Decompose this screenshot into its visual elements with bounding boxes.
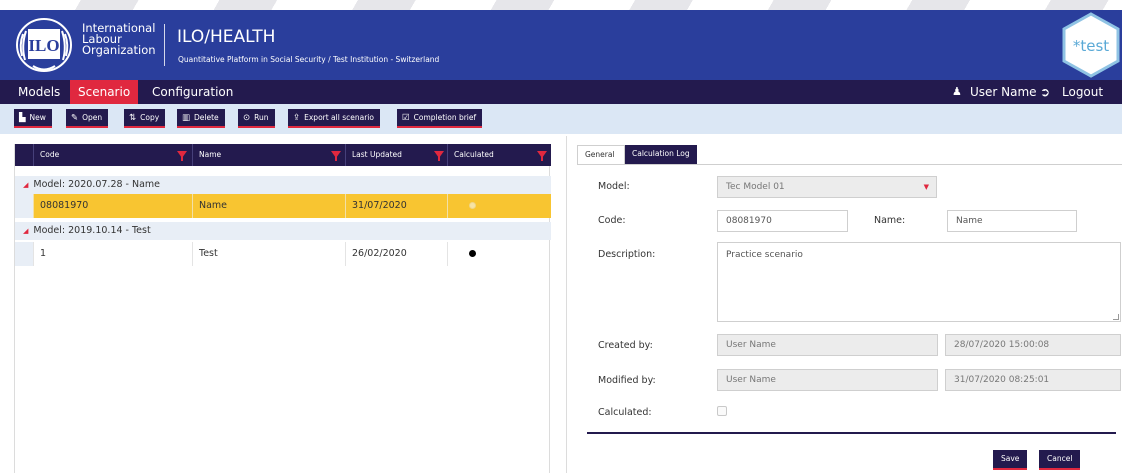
modified-by-label: Modified by: — [598, 375, 656, 386]
created-by-label: Created by: — [598, 340, 653, 351]
cell-calculated — [447, 242, 551, 266]
not-calculated-dot — [469, 202, 476, 209]
header-separator — [164, 24, 165, 66]
test-badge-label: *test — [1073, 37, 1109, 55]
cell-name: Name — [192, 194, 345, 218]
cell-code: 08081970 — [33, 194, 192, 218]
column-calculated[interactable]: Calculated — [447, 144, 551, 166]
app-title: ILO/HEALTH — [177, 27, 276, 47]
modified-by-field: User Name — [717, 369, 938, 391]
calculated-label: Calculated: — [598, 407, 652, 418]
resize-handle-icon[interactable] — [1113, 314, 1119, 320]
model-select[interactable]: Tec Model 01 ▼ — [717, 176, 937, 198]
copy-icon: ⇅ — [129, 113, 137, 123]
filter-icon[interactable] — [537, 151, 547, 161]
scenario-toolbar: ▙ New ✎ Open ⇅ Copy ▥ Delete ⊙ Run ⇪ Export al… — [0, 104, 1122, 134]
play-circle-icon: ⊙ — [243, 113, 251, 123]
calculated-dot — [469, 250, 476, 257]
table-row[interactable]: 1 Test 26/02/2020 — [15, 242, 551, 266]
chevron-down-icon: ▼ — [923, 183, 929, 191]
cell-last-updated: 26/02/2020 — [345, 242, 447, 266]
row-indent — [15, 242, 33, 266]
row-indent — [15, 194, 33, 218]
completion-brief-button[interactable]: ☑ Completion brief — [397, 109, 483, 128]
ilo-logo-icon: ILO — [16, 18, 72, 72]
main-menu-bar: Models Scenario Configuration ♟ User Nam… — [0, 80, 1122, 104]
menu-configuration[interactable]: Configuration — [144, 80, 241, 104]
modified-at-field: 31/07/2020 08:25:01 — [945, 369, 1121, 391]
export-all-scenario-button[interactable]: ⇪ Export all scenario — [288, 109, 380, 128]
name-field[interactable]: Name — [947, 210, 1077, 232]
code-field[interactable]: 08081970 — [717, 210, 848, 232]
collapse-arrow-icon[interactable]: ◢ — [23, 181, 28, 189]
menu-scenario[interactable]: Scenario — [70, 80, 139, 104]
description-textarea[interactable]: Practice scenario — [717, 242, 1121, 322]
collapse-arrow-icon[interactable]: ◢ — [23, 227, 28, 235]
pencil-icon: ✎ — [71, 113, 79, 123]
column-name[interactable]: Name — [192, 144, 347, 166]
filter-icon[interactable] — [177, 151, 187, 161]
cell-last-updated: 31/07/2020 — [345, 194, 447, 218]
top-decorative-stripe — [0, 0, 1122, 10]
scenario-detail-panel: General Calculation Log Model: Tec Model… — [566, 136, 1122, 473]
new-button[interactable]: ▙ New — [14, 109, 52, 128]
name-label: Name: — [874, 215, 906, 226]
group-row[interactable]: ◢ Model: 2019.10.14 - Test — [15, 222, 551, 240]
logout-link[interactable]: Logout — [1062, 80, 1103, 104]
model-label: Model: — [598, 181, 630, 192]
form-divider — [587, 432, 1116, 434]
cell-name: Test — [192, 242, 345, 266]
app-header: ILO International Labour Organization IL… — [0, 10, 1122, 80]
export-icon: ⇪ — [293, 113, 301, 123]
svg-text:ILO: ILO — [28, 36, 59, 55]
file-icon: ▙ — [19, 113, 26, 123]
tab-general[interactable]: General — [577, 145, 625, 164]
created-by-field: User Name — [717, 334, 938, 356]
scenario-grid: Code Name Last Updated Calculated ◢ Model… — [14, 144, 551, 473]
filter-icon[interactable] — [331, 151, 341, 161]
open-button[interactable]: ✎ Open — [66, 109, 109, 128]
tab-underline — [577, 164, 1122, 165]
cancel-button[interactable]: Cancel — [1039, 450, 1081, 470]
user-name[interactable]: User Name — [970, 80, 1037, 104]
organization-name: International Labour Organization — [82, 21, 156, 57]
group-row[interactable]: ◢ Model: 2020.07.28 - Name — [15, 176, 551, 194]
trash-icon: ▥ — [182, 113, 191, 123]
delete-button[interactable]: ▥ Delete — [177, 109, 225, 128]
checklist-icon: ☑ — [402, 113, 410, 123]
grid-header: Code Name Last Updated Calculated — [15, 144, 551, 166]
sign-out-icon[interactable]: ➲ — [1040, 80, 1050, 104]
app-subtitle: Quantitative Platform in Social Security… — [178, 55, 440, 64]
cell-code: 1 — [33, 242, 192, 266]
created-at-field: 28/07/2020 15:00:08 — [945, 334, 1121, 356]
menu-models[interactable]: Models — [10, 80, 68, 104]
cell-calculated — [447, 194, 551, 218]
user-icon: ♟ — [952, 85, 962, 98]
code-label: Code: — [598, 215, 626, 226]
copy-button[interactable]: ⇅ Copy — [124, 109, 166, 128]
tab-calculation-log[interactable]: Calculation Log — [625, 145, 697, 164]
test-environment-badge: *test — [1062, 12, 1120, 78]
run-button[interactable]: ⊙ Run — [238, 109, 275, 128]
table-row[interactable]: 08081970 Name 31/07/2020 — [15, 194, 551, 218]
description-label: Description: — [598, 249, 656, 260]
save-button[interactable]: Save — [993, 450, 1028, 470]
filter-icon[interactable] — [434, 151, 444, 161]
calculated-checkbox[interactable] — [717, 406, 727, 416]
column-last-updated[interactable]: Last Updated — [345, 144, 445, 166]
